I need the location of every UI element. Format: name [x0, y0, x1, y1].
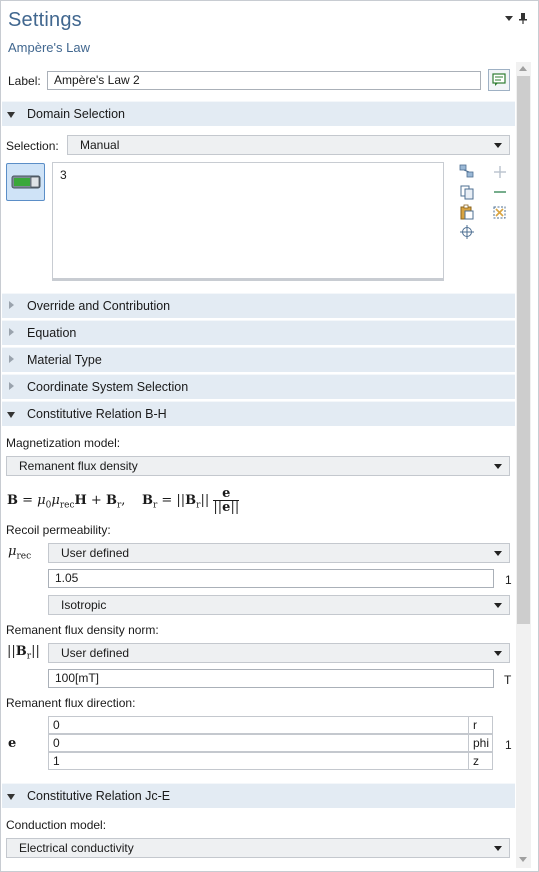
mu-rec-value-field[interactable]: 1.05: [48, 569, 494, 588]
section-constitutive-relation-bh[interactable]: Constitutive Relation B-H: [2, 401, 515, 426]
chevron-down-icon: [494, 464, 502, 469]
conduction-model-value: Electrical conductivity: [19, 841, 134, 855]
section-title: Constitutive Relation B-H: [27, 407, 167, 421]
br-norm-symbol: ||Br||: [7, 644, 40, 662]
label-input[interactable]: Ampère's Law 2: [47, 71, 481, 90]
select-nodes-icon: [459, 164, 474, 178]
selection-list[interactable]: 3: [52, 162, 444, 281]
section-title: Equation: [27, 326, 77, 340]
comment-icon: [492, 73, 506, 86]
magnetization-model-value: Remanent flux density: [19, 459, 138, 473]
selection-caption: Selection:: [6, 139, 59, 153]
direction-symbol: e: [8, 736, 17, 751]
section-constitutive-relation-jce[interactable]: Constitutive Relation Jc-E: [2, 783, 515, 808]
direction-value-r[interactable]: 0: [53, 718, 60, 732]
br-norm-caption: Remanent flux density norm:: [6, 623, 159, 637]
direction-component-label: z: [468, 753, 493, 769]
direction-value-phi[interactable]: 0: [53, 736, 60, 750]
expand-arrow-icon: [9, 382, 14, 390]
expand-arrow-icon: [9, 328, 14, 336]
br-mode-value: User defined: [61, 646, 130, 660]
active-toggle-button[interactable]: [6, 163, 45, 201]
section-override-and-contribution[interactable]: Override and Contribution: [2, 293, 515, 318]
chevron-down-icon: [494, 603, 502, 608]
br-unit: T: [504, 673, 512, 687]
paste-selection-button[interactable]: [459, 204, 475, 220]
section-title: Domain Selection: [27, 107, 125, 121]
direction-component-label: phi: [468, 735, 493, 751]
direction-value-z[interactable]: 1: [53, 754, 60, 768]
direction-unit: 1: [505, 738, 512, 752]
expand-arrow-icon: [9, 301, 14, 309]
section-title: Constitutive Relation Jc-E: [27, 789, 171, 803]
table-row[interactable]: 0 phi: [48, 734, 493, 752]
chevron-down-icon: [494, 551, 502, 556]
section-title: Override and Contribution: [27, 299, 171, 313]
collapse-arrow-icon: [7, 412, 15, 418]
copy-selection-button[interactable]: [459, 184, 475, 200]
bh-equation: B = μ0μrecH + Br, Br = ||Br|| e ||e||: [7, 486, 240, 515]
comment-button[interactable]: [488, 69, 510, 91]
mu-rec-type-combobox[interactable]: Isotropic: [48, 595, 510, 615]
chevron-down-icon: [494, 846, 502, 851]
scroll-down-icon[interactable]: [519, 857, 527, 862]
pin-icon[interactable]: [519, 13, 527, 27]
mu-rec-type-value: Isotropic: [61, 598, 107, 612]
scroll-up-icon[interactable]: [519, 66, 527, 71]
section-coordinate-system-selection[interactable]: Coordinate System Selection: [2, 374, 515, 399]
mu-rec-mode-value: User defined: [61, 546, 130, 560]
direction-component-label: r: [468, 717, 493, 733]
table-row[interactable]: 0 r: [48, 716, 493, 734]
collapse-arrow-icon: [7, 112, 15, 118]
zoom-extents-button[interactable]: [459, 224, 475, 240]
br-value-field[interactable]: 100[mT]: [48, 669, 494, 688]
page-subtitle: Ampère's Law: [8, 40, 90, 55]
list-item[interactable]: 3: [60, 168, 67, 182]
section-title: Coordinate System Selection: [27, 380, 189, 394]
selection-value: Manual: [80, 138, 120, 152]
table-row[interactable]: 1 z: [48, 752, 493, 770]
magnetization-model-combobox[interactable]: Remanent flux density: [6, 456, 510, 476]
mu-rec-unit: 1: [505, 573, 512, 587]
paste-icon: [460, 204, 474, 220]
plus-icon: [494, 166, 506, 178]
clear-selection-icon: [493, 206, 506, 219]
chevron-down-icon: [494, 143, 502, 148]
label-caption: Label:: [8, 74, 41, 88]
section-domain-selection[interactable]: Domain Selection: [2, 101, 515, 126]
toggle-switch-icon: [11, 175, 41, 189]
scrollbar-thumb[interactable]: [517, 76, 530, 624]
crosshair-icon: [460, 225, 474, 239]
dropdown-menu-icon[interactable]: [505, 16, 513, 21]
mu-rec-mode-combobox[interactable]: User defined: [48, 543, 510, 563]
remove-button[interactable]: [492, 184, 508, 200]
expand-arrow-icon: [9, 355, 14, 363]
conduction-model-caption: Conduction model:: [6, 818, 107, 832]
magnetization-model-caption: Magnetization model:: [6, 436, 121, 450]
page-title: Settings: [8, 9, 82, 31]
selection-combobox[interactable]: Manual: [67, 135, 510, 155]
add-button[interactable]: [492, 164, 508, 180]
collapse-arrow-icon: [7, 794, 15, 800]
section-material-type[interactable]: Material Type: [2, 347, 515, 372]
chevron-down-icon: [494, 651, 502, 656]
br-mode-combobox[interactable]: User defined: [48, 643, 510, 663]
section-equation[interactable]: Equation: [2, 320, 515, 345]
mu-rec-symbol: μrec: [8, 544, 32, 562]
minus-icon: [494, 191, 506, 193]
recoil-permeability-caption: Recoil permeability:: [6, 523, 111, 537]
conduction-model-combobox[interactable]: Electrical conductivity: [6, 838, 510, 858]
zoom-to-selection-button[interactable]: [459, 164, 475, 180]
header-controls: [505, 13, 527, 27]
selection-list-border: [52, 278, 444, 281]
section-title: Material Type: [27, 353, 102, 367]
copy-icon: [460, 185, 474, 200]
clear-selection-button[interactable]: [492, 204, 508, 220]
direction-caption: Remanent flux direction:: [6, 696, 136, 710]
